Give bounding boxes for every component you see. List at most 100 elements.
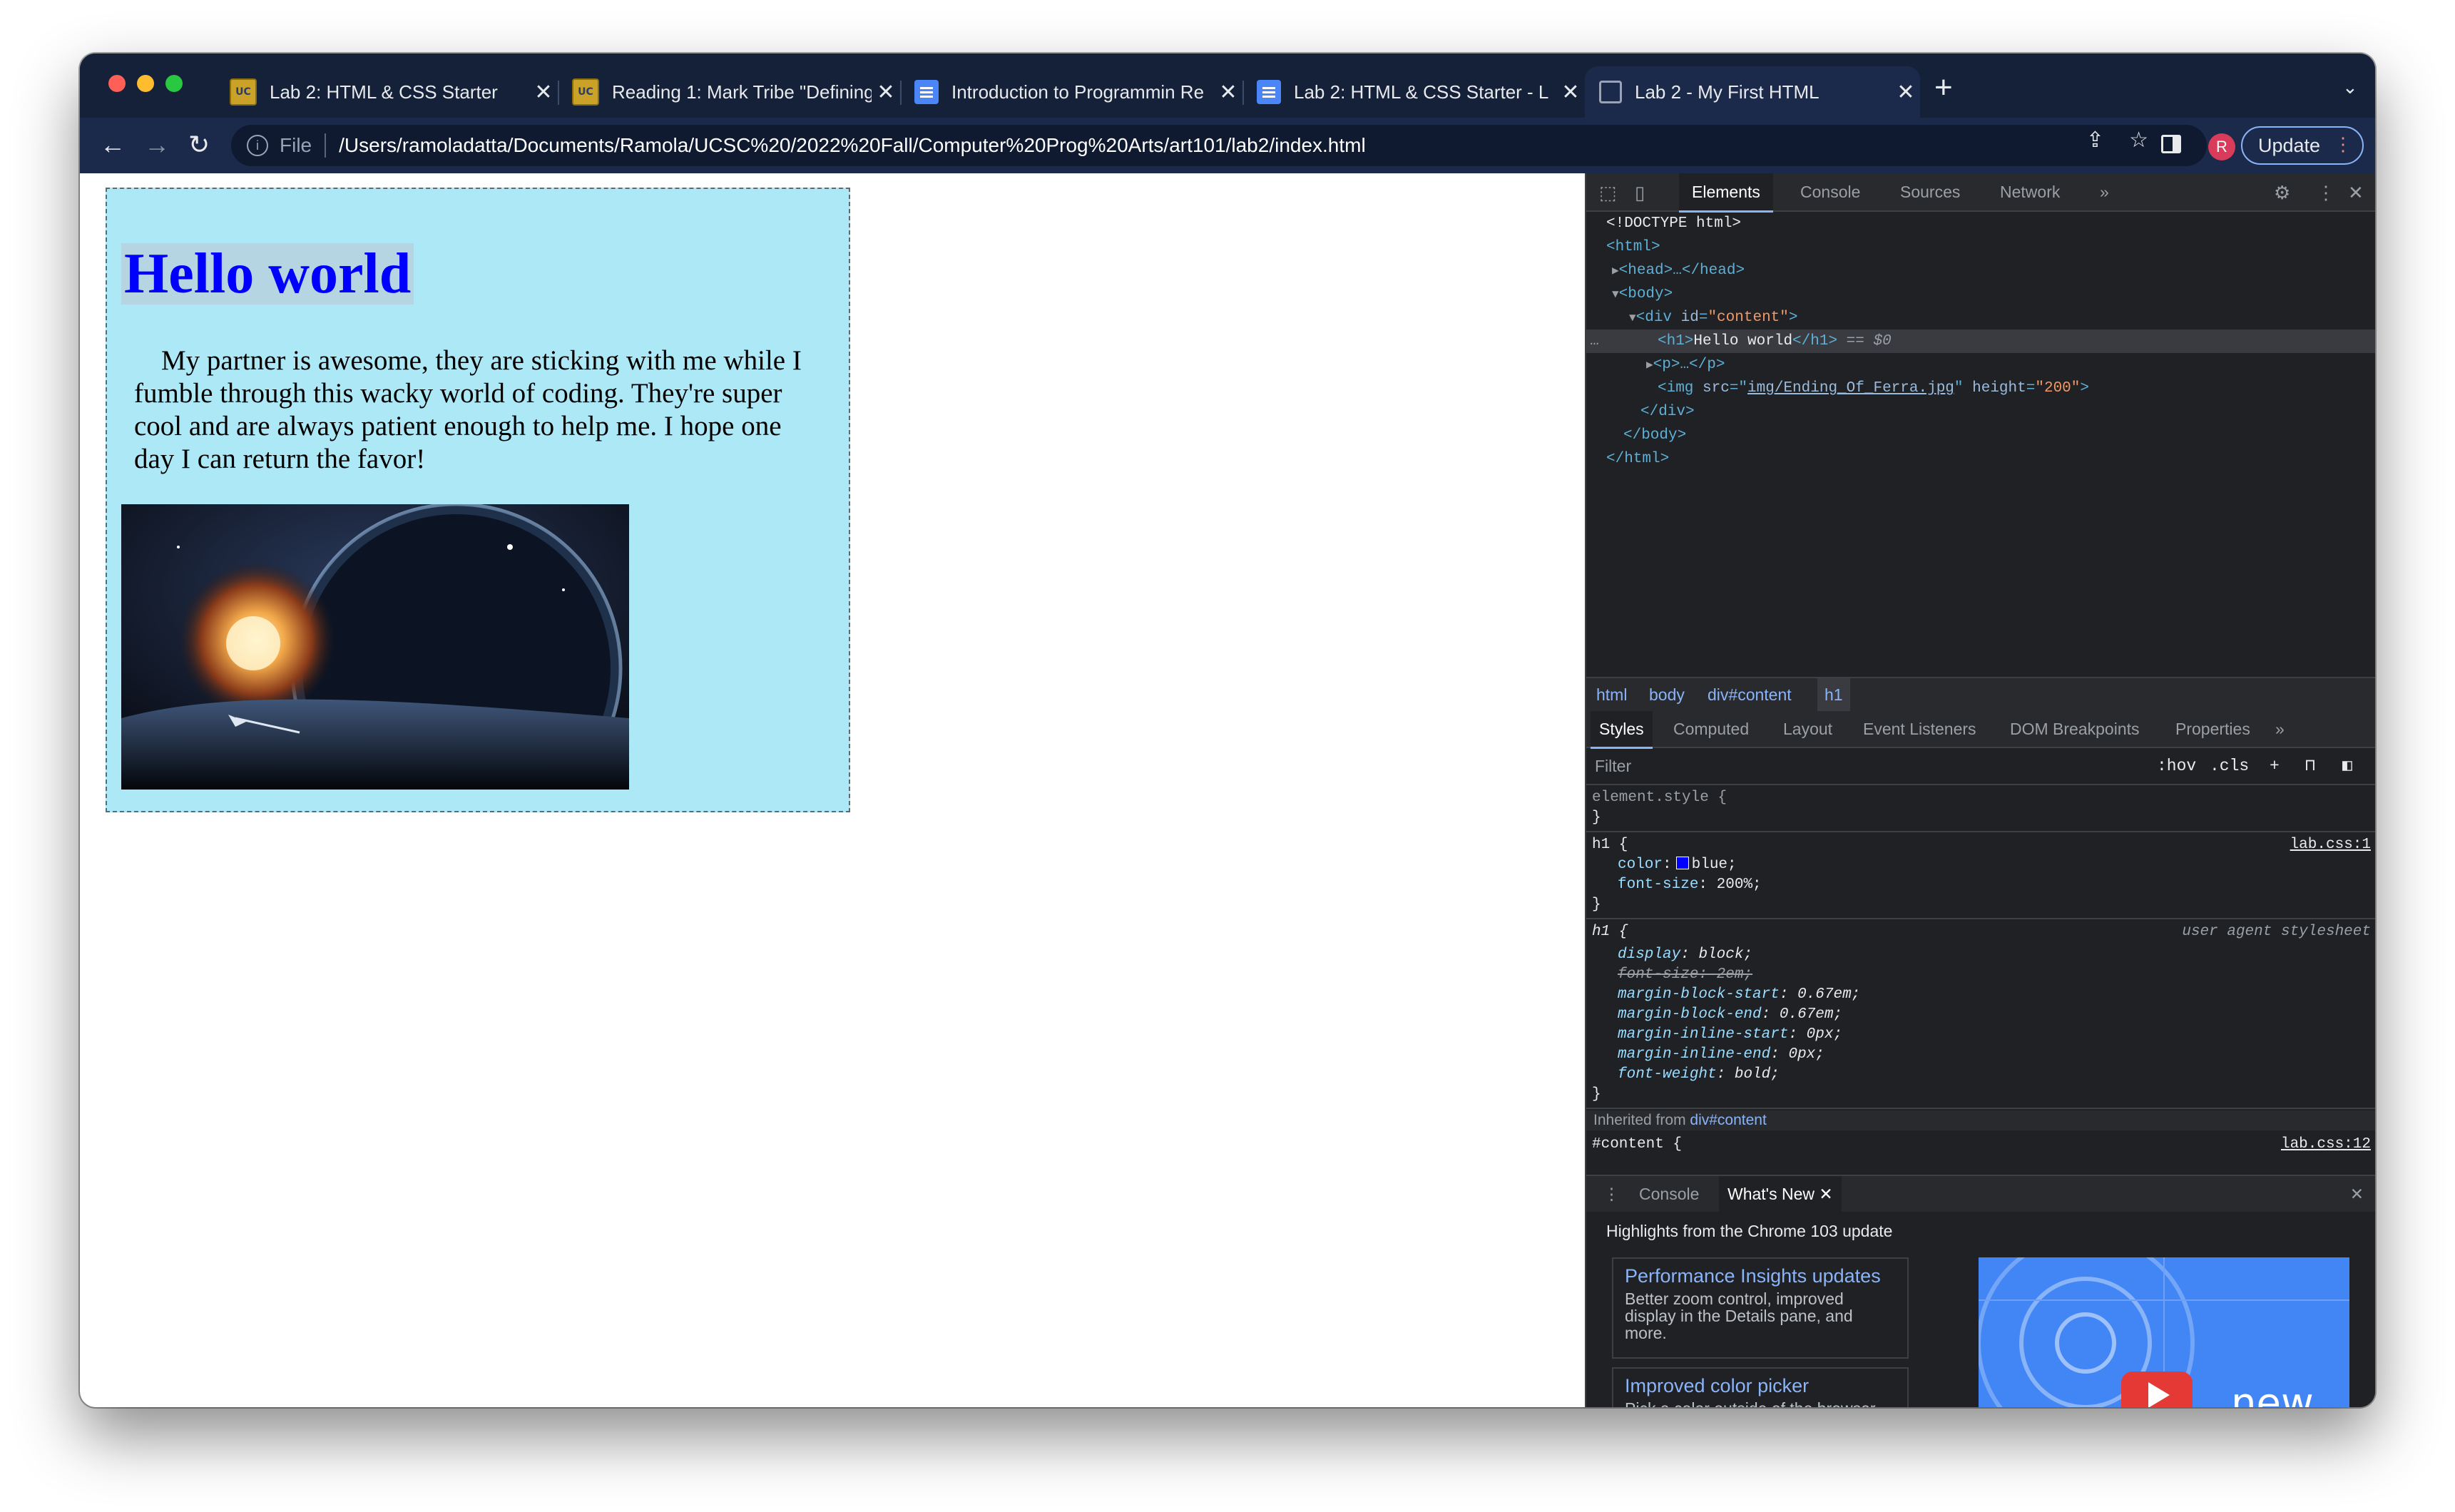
paint-roller-icon[interactable]: ⊓	[2305, 748, 2315, 784]
crumb-h1[interactable]: h1	[1817, 678, 1850, 711]
page-paragraph: My partner is awesome, they are sticking…	[134, 345, 802, 474]
back-icon[interactable]: ←	[100, 131, 126, 159]
tab-computed[interactable]: Computed	[1673, 711, 1749, 747]
kebab-menu-icon[interactable]: ⋮	[2317, 182, 2335, 204]
tab-lab2-doc[interactable]: Lab 2: HTML & CSS Starter - L ✕	[1242, 66, 1585, 118]
css-source-link[interactable]: lab.css:12	[2281, 1135, 2371, 1153]
window-maximize-button[interactable]	[165, 75, 183, 92]
tab-dom-breakpoints[interactable]: DOM Breakpoints	[2010, 711, 2140, 747]
devtools-panel: ⬚ ▯ Elements Console Sources Network » ⚙…	[1585, 173, 2375, 1407]
tab-event-listeners[interactable]: Event Listeners	[1863, 711, 1976, 747]
more-tabs-icon[interactable]: »	[2275, 711, 2285, 747]
tab-lab2-canvas[interactable]: UC Lab 2: HTML & CSS Starter ✕	[215, 66, 559, 118]
color-swatch-icon[interactable]	[1675, 857, 1689, 869]
video-caption: new	[2231, 1380, 2314, 1407]
dom-line-body[interactable]: ▼<body>	[1586, 282, 2375, 307]
tab-strip: UC Lab 2: HTML & CSS Starter ✕ UC Readin…	[80, 53, 2375, 118]
tab-properties[interactable]: Properties	[2175, 711, 2250, 747]
close-icon[interactable]: ✕	[1556, 80, 1585, 105]
crumb-html[interactable]: html	[1596, 678, 1627, 711]
crumb-body[interactable]: body	[1649, 678, 1685, 711]
card-title[interactable]: Performance Insights updates	[1625, 1265, 1896, 1287]
whats-new-card[interactable]: Improved color picker Pick a color outsi…	[1612, 1367, 1909, 1407]
dom-line-head[interactable]: ▶<head>…</head>	[1586, 259, 2375, 283]
dom-line-html-close[interactable]: </html>	[1586, 447, 2375, 471]
tab-intro-programming[interactable]: Introduction to Programmin Re ✕	[900, 66, 1244, 118]
ua-property: margin-inline-start: 0px;	[1618, 1026, 1843, 1043]
close-drawer-icon[interactable]: ✕	[2350, 1176, 2364, 1212]
close-icon[interactable]: ✕	[872, 80, 900, 105]
dom-line-div[interactable]: ▼<div id="content">	[1586, 306, 2375, 330]
reload-icon[interactable]: ↻	[188, 131, 210, 159]
cls-toggle[interactable]: .cls	[2210, 748, 2249, 784]
content-rule-selector[interactable]: #content {	[1592, 1135, 1682, 1153]
url-text[interactable]: /Users/ramoladatta/Documents/Ramola/UCSC…	[339, 134, 1366, 157]
tab-title: Lab 2: HTML & CSS Starter	[270, 81, 498, 103]
devtools-tab-bar: ⬚ ▯ Elements Console Sources Network » ⚙…	[1586, 173, 2375, 213]
share-icon[interactable]: ⇪	[2086, 128, 2104, 153]
tab-layout[interactable]: Layout	[1783, 711, 1832, 747]
element-style-rule[interactable]: element.style {	[1592, 788, 1727, 808]
expand-arrow-icon[interactable]: ▶	[1646, 359, 1653, 372]
close-icon[interactable]: ✕	[1819, 1185, 1832, 1203]
expand-arrow-icon[interactable]: ▶	[1612, 265, 1619, 277]
tab-elements[interactable]: Elements	[1679, 173, 1773, 213]
avatar[interactable]: R	[2208, 133, 2235, 160]
tab-network[interactable]: Network	[2000, 173, 2060, 210]
css-source-link[interactable]: lab.css:1	[2290, 835, 2371, 855]
dom-line-doctype[interactable]: <!DOCTYPE html>	[1586, 212, 2375, 235]
content-box: Hello world My partner is awesome, they …	[106, 188, 850, 812]
window-close-button[interactable]	[108, 75, 126, 92]
address-bar[interactable]: i File /Users/ramoladatta/Documents/Ramo…	[231, 125, 2207, 166]
drawer-tab-whats-new[interactable]: What's New ✕	[1719, 1176, 1842, 1212]
drawer-tab-console[interactable]: Console	[1639, 1176, 1699, 1212]
dom-line-html[interactable]: <html>	[1586, 235, 2375, 259]
close-icon[interactable]: ✕	[2348, 182, 2364, 204]
close-icon[interactable]: ✕	[1892, 80, 1920, 105]
whats-new-card[interactable]: Performance Insights updates Better zoom…	[1612, 1257, 1909, 1359]
ua-property: margin-inline-end: 0px;	[1618, 1046, 1824, 1063]
dom-line-h1-selected[interactable]: … <h1>Hello world</h1> == $0	[1586, 330, 2375, 353]
tab-search-icon[interactable]: ⌄	[2342, 76, 2358, 98]
more-tabs-icon[interactable]: »	[2100, 173, 2109, 210]
new-tab-button[interactable]: +	[1934, 72, 1953, 103]
inspect-element-icon[interactable]: ⬚	[1599, 182, 1617, 204]
card-title[interactable]: Improved color picker	[1625, 1374, 1896, 1397]
tab-console[interactable]: Console	[1800, 173, 1860, 210]
forward-icon[interactable]: →	[144, 131, 170, 159]
tab-title: Lab 2: HTML & CSS Starter - L	[1294, 81, 1549, 103]
collapse-arrow-icon[interactable]: ▼	[1612, 288, 1619, 301]
close-icon[interactable]: ✕	[1214, 80, 1242, 105]
side-panel-icon[interactable]	[2161, 135, 2181, 153]
tab-styles[interactable]: Styles	[1591, 711, 1653, 749]
dom-line-img[interactable]: <img src="img/Ending_Of_Ferra.jpg" heigh…	[1586, 377, 2375, 400]
drawer-menu-icon[interactable]: ⋮	[1603, 1176, 1620, 1212]
dom-line-div-close[interactable]: </div>	[1586, 400, 2375, 424]
close-icon[interactable]: ✕	[529, 80, 558, 105]
update-button[interactable]: Update ⋮	[2241, 126, 2364, 165]
tab-sources[interactable]: Sources	[1900, 173, 1960, 210]
info-icon[interactable]: i	[247, 135, 268, 156]
add-rule-icon[interactable]: +	[2270, 748, 2280, 784]
tab-reading-1[interactable]: UC Reading 1: Mark Tribe "Defining ✕	[558, 66, 902, 118]
h1-rule-selector[interactable]: h1 {	[1592, 835, 1628, 855]
bookmark-star-icon[interactable]: ☆	[2129, 128, 2148, 153]
kebab-menu-icon[interactable]: ⋮	[2334, 133, 2352, 155]
tab-my-first-html[interactable]: Lab 2 - My First HTML ✕	[1585, 66, 1920, 118]
device-toolbar-icon[interactable]: ▯	[1635, 182, 1645, 204]
crumb-div-content[interactable]: div#content	[1708, 678, 1792, 711]
window-minimize-button[interactable]	[137, 75, 154, 92]
ua-property: margin-block-end: 0.67em;	[1618, 1006, 1843, 1023]
dom-line-p[interactable]: ▶<p>…</p>	[1586, 353, 2375, 377]
filter-input[interactable]: Filter	[1595, 748, 1631, 784]
gear-icon[interactable]: ⚙	[2274, 182, 2290, 204]
css-property-color[interactable]: color: blue;	[1592, 855, 1737, 875]
doc-icon	[914, 80, 939, 104]
hov-toggle[interactable]: :hov	[2157, 748, 2196, 784]
css-property-font-size[interactable]: font-size: 200%;	[1592, 875, 1762, 895]
whats-new-video[interactable]: new	[1979, 1257, 2349, 1407]
card-description: Better zoom control, improved display in…	[1625, 1289, 1853, 1342]
dom-line-body-close[interactable]: </body>	[1586, 424, 2375, 447]
toggle-sidebar-icon[interactable]: ◧	[2342, 748, 2352, 784]
collapse-arrow-icon[interactable]: ▼	[1629, 312, 1636, 325]
